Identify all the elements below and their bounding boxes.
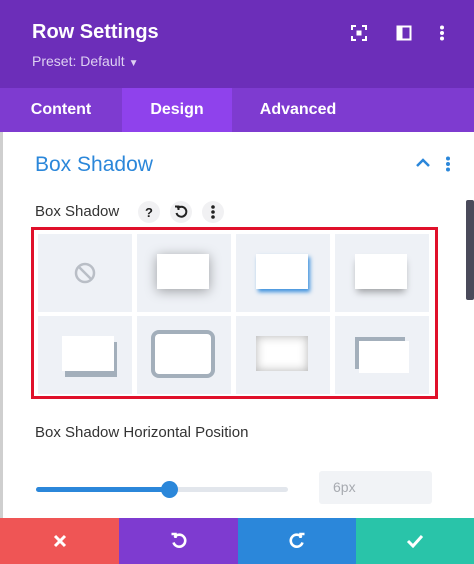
chevron-up-icon[interactable] <box>415 156 431 174</box>
save-button[interactable] <box>356 518 474 564</box>
cancel-button[interactable] <box>0 518 119 564</box>
tab-content[interactable]: Content <box>0 88 122 132</box>
shadow-preview <box>62 336 114 371</box>
shadow-option-bottom-left-solid[interactable] <box>38 316 132 394</box>
shadow-preview <box>359 341 409 373</box>
shadow-preview <box>157 254 209 289</box>
checkmark-icon <box>406 534 424 548</box>
undo-icon <box>171 532 186 548</box>
shadow-option-bottom-soft[interactable] <box>335 234 429 312</box>
close-icon <box>53 534 66 548</box>
redo-button[interactable] <box>238 518 356 564</box>
focus-icon[interactable] <box>348 22 370 44</box>
settings-header <box>0 0 474 88</box>
shadow-option-top-left-solid[interactable] <box>335 316 429 394</box>
help-icon[interactable]: ? <box>138 201 160 223</box>
reset-icon[interactable] <box>170 201 192 223</box>
shadow-preview <box>256 254 308 289</box>
shadow-option-none[interactable] <box>38 234 132 312</box>
section-more-icon[interactable] <box>445 156 451 177</box>
more-icon[interactable] <box>431 22 453 44</box>
box-shadow-options <box>31 227 438 399</box>
section-title[interactable]: Box Shadow <box>35 153 153 177</box>
shadow-option-soft-all-around[interactable] <box>137 234 231 312</box>
modal-title: Row Settings <box>32 21 159 43</box>
field-more-icon[interactable] <box>202 201 224 223</box>
shadow-preview <box>155 334 211 374</box>
footer-actions <box>0 518 474 564</box>
panel-left-edge <box>0 132 3 518</box>
shadow-option-bottom-accent[interactable] <box>236 234 330 312</box>
tab-advanced[interactable]: Advanced <box>232 88 364 132</box>
shadow-option-inset-all-around[interactable] <box>236 316 330 394</box>
shadow-option-outline-all-around[interactable] <box>137 316 231 394</box>
redo-icon <box>289 532 305 548</box>
horizontal-position-input[interactable]: 6px <box>319 471 432 504</box>
scrollbar[interactable] <box>466 200 474 300</box>
shadow-preview <box>256 336 308 371</box>
split-view-icon[interactable] <box>393 22 415 44</box>
preset-label: Preset: Default <box>32 53 125 69</box>
horizontal-position-label: Box Shadow Horizontal Position <box>35 424 249 441</box>
slider-fill <box>36 487 170 492</box>
no-shadow-icon <box>74 262 96 284</box>
settings-tabs: Content Design Advanced <box>0 88 474 132</box>
slider-thumb[interactable] <box>161 481 179 498</box>
box-shadow-label: Box Shadow <box>35 203 120 220</box>
tab-design[interactable]: Design <box>122 88 232 132</box>
caret-down-icon: ▼ <box>128 58 139 69</box>
undo-button[interactable] <box>119 518 238 564</box>
preset-selector[interactable]: Preset: Default ▼ <box>32 53 139 69</box>
shadow-preview <box>355 254 407 289</box>
